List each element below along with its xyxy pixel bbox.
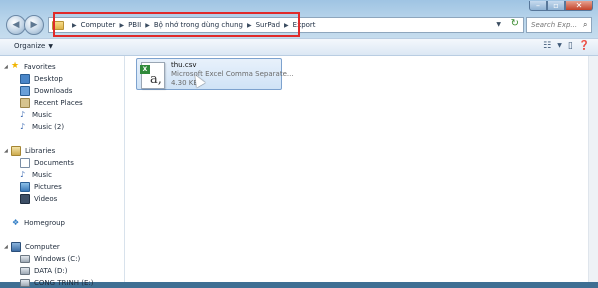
- sidebar-item-label: Downloads: [34, 86, 73, 95]
- sidebar-item-label: Videos: [34, 194, 58, 203]
- sidebar-item-label: Music: [32, 110, 52, 119]
- star-icon: ★: [11, 61, 20, 71]
- sidebar-item-data-d[interactable]: DATA (D:): [20, 265, 67, 276]
- sidebar-item-label: Recent Places: [34, 98, 83, 107]
- maximize-button[interactable]: ▫: [547, 1, 565, 11]
- explorer-window: – ▫ ✕ ◀ ▶ ▶ Computer ▶ PBII ▶ Bộ nhớ tro…: [0, 0, 598, 287]
- music-icon: ♪: [20, 109, 26, 119]
- minimize-button[interactable]: –: [529, 1, 547, 11]
- back-arrow-icon: ◀: [12, 20, 20, 30]
- sidebar-item-label: Pictures: [34, 182, 62, 191]
- search-input[interactable]: [527, 21, 583, 29]
- file-item[interactable]: X a, thu.csv Microsoft Excel Comma Separ…: [136, 58, 294, 90]
- sidebar-header-favorites: Favorites: [24, 62, 56, 71]
- sidebar-item-label: Documents: [34, 158, 74, 167]
- sidebar-header-computer: Computer: [25, 242, 60, 251]
- help-icon[interactable]: ❓: [579, 41, 590, 51]
- sidebar-libraries[interactable]: ◢ Libraries: [4, 145, 55, 156]
- organize-button[interactable]: Organize ▼: [14, 42, 53, 50]
- sidebar-item-label: Windows (C:): [34, 254, 81, 263]
- recent-places-icon: [20, 97, 30, 108]
- command-bar: Organize ▼ ☷ ▼ ▯ ❓: [0, 38, 598, 56]
- organize-label: Organize: [14, 42, 46, 50]
- change-view-icon[interactable]: ☷: [543, 41, 551, 51]
- address-highlight-box: [53, 12, 300, 37]
- drive-icon: [20, 254, 30, 263]
- sidebar-item-label: CONG TRINH (E:): [34, 278, 94, 287]
- forward-arrow-icon: ▶: [30, 20, 38, 30]
- refresh-icon[interactable]: ↻: [511, 18, 519, 29]
- pictures-icon: [20, 181, 30, 192]
- text-glyph-icon: a,: [150, 72, 162, 87]
- sidebar-item-label: DATA (D:): [34, 266, 68, 275]
- view-dropdown-icon[interactable]: ▼: [557, 41, 562, 51]
- sidebar-item-documents[interactable]: Documents: [20, 157, 74, 168]
- desktop-icon: [20, 73, 30, 84]
- music-icon: ♪: [20, 121, 26, 131]
- drive-icon: [20, 266, 30, 275]
- sidebar-favorites[interactable]: ◢ ★ Favorites: [4, 61, 56, 72]
- excel-badge-icon: X: [140, 65, 150, 74]
- sidebar-item-recent-places[interactable]: Recent Places: [20, 97, 83, 108]
- scrollbar[interactable]: [588, 56, 598, 282]
- sidebar-homegroup[interactable]: ❖ Homegroup: [12, 217, 65, 228]
- documents-icon: [20, 157, 30, 168]
- sidebar-item-label: Desktop: [34, 74, 63, 83]
- sidebar-item-cong-trinh-e[interactable]: CONG TRINH (E:): [20, 277, 93, 288]
- address-dropdown-icon[interactable]: ▼: [496, 21, 501, 28]
- sidebar-item-label: Homegroup: [24, 218, 66, 227]
- file-name: thu.csv: [171, 61, 197, 69]
- sidebar-header-libraries: Libraries: [25, 146, 56, 155]
- sidebar-item-downloads[interactable]: Downloads: [20, 85, 72, 96]
- chevron-down-icon: ▼: [48, 43, 53, 50]
- sidebar-item-pictures[interactable]: Pictures: [20, 181, 62, 192]
- window-controls: – ▫ ✕: [529, 1, 593, 11]
- expand-icon[interactable]: ◢: [4, 64, 9, 70]
- search-icon[interactable]: ⌕: [583, 20, 587, 30]
- close-button[interactable]: ✕: [565, 1, 593, 11]
- sidebar-item-label: Music (2): [32, 122, 65, 131]
- libraries-icon: [11, 145, 21, 156]
- sidebar-item-music-2[interactable]: ♪ Music (2): [20, 121, 64, 132]
- navigation-pane: ◢ ★ Favorites Desktop Downloads Recent P…: [0, 56, 125, 287]
- view-controls: ☷ ▼ ▯ ❓: [543, 41, 590, 51]
- sidebar-item-label: Music: [32, 170, 52, 179]
- sidebar-item-desktop[interactable]: Desktop: [20, 73, 63, 84]
- downloads-icon: [20, 85, 30, 96]
- sidebar-item-music[interactable]: ♪ Music: [20, 109, 52, 120]
- expand-icon[interactable]: ◢: [4, 244, 9, 250]
- excel-csv-icon: X a,: [140, 62, 165, 89]
- expand-icon[interactable]: ◢: [4, 148, 9, 154]
- drive-icon: [20, 278, 30, 287]
- sidebar-item-library-music[interactable]: ♪ Music: [20, 169, 52, 180]
- search-box[interactable]: ⌕: [526, 17, 592, 33]
- preview-pane-icon[interactable]: ▯: [568, 41, 573, 51]
- computer-icon: [11, 241, 21, 252]
- sidebar-computer[interactable]: ◢ Computer: [4, 241, 60, 252]
- back-button[interactable]: ◀: [6, 15, 26, 35]
- file-type: Microsoft Excel Comma Separate...: [171, 70, 294, 78]
- music-icon: ♪: [20, 169, 26, 179]
- videos-icon: [20, 193, 30, 204]
- sidebar-item-videos[interactable]: Videos: [20, 193, 57, 204]
- homegroup-icon: ❖: [12, 217, 20, 227]
- sidebar-item-windows-c[interactable]: Windows (C:): [20, 253, 80, 264]
- forward-button[interactable]: ▶: [24, 15, 44, 35]
